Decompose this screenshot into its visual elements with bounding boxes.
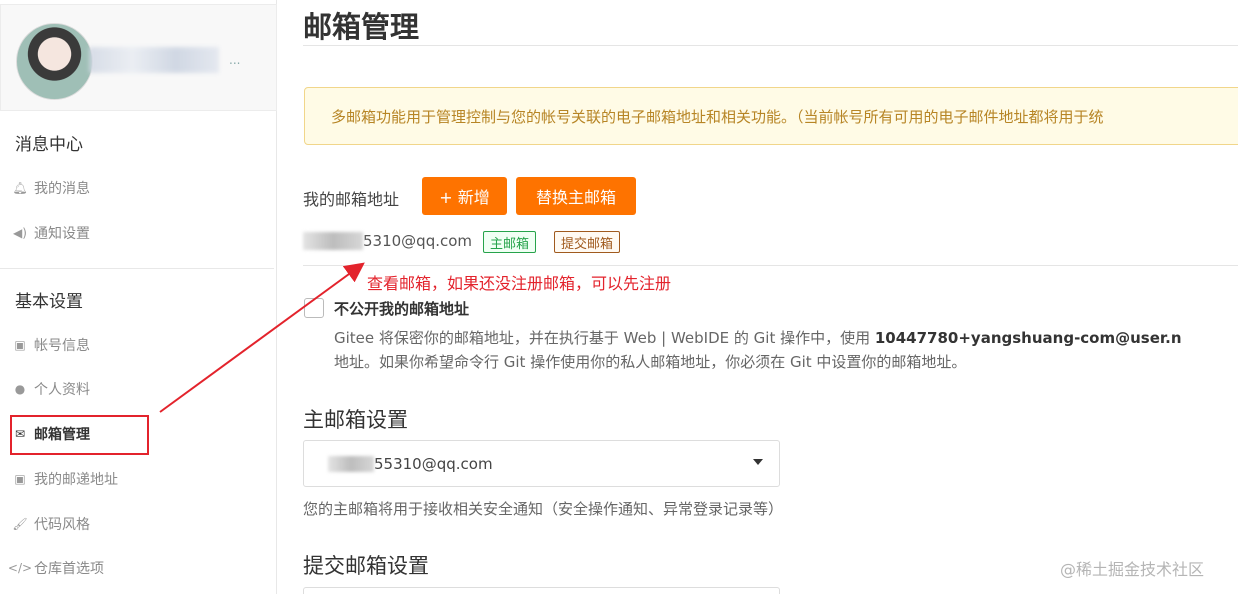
title-divider (303, 45, 1238, 46)
sidebar-item-mailing-address[interactable]: ▣ 我的邮递地址 (12, 467, 118, 491)
caret-down-icon (753, 459, 763, 465)
sidebar: ... 消息中心 🔔︎ 我的消息 ◀︎) 通知设置 基本设置 ▣ 帐号信息 ● … (0, 0, 277, 594)
avatar[interactable] (16, 23, 93, 100)
commit-email-settings-title: 提交邮箱设置 (303, 554, 429, 578)
annotation-text: 查看邮箱，如果还没注册邮箱，可以先注册 (367, 274, 672, 293)
section-title-messages: 消息中心 (15, 135, 83, 155)
primary-email-badge: 主邮箱 (483, 231, 537, 253)
info-notice: 多邮箱功能用于管理控制与您的帐号关联的电子邮箱地址和相关功能。（当前帐号所有可用… (304, 87, 1238, 145)
sidebar-item-label: 代码风格 (34, 517, 90, 533)
sidebar-item-label: 帐号信息 (34, 338, 90, 354)
email-divider (303, 265, 1238, 266)
primary-email-select-value: 55310@qq.com (374, 454, 493, 473)
blurred-username (89, 47, 219, 73)
sidebar-item-profile[interactable]: ● 个人资料 (12, 377, 90, 401)
sidebar-item-label: 我的消息 (34, 181, 90, 197)
private-email-description-line1: Gitee 将保密你的邮箱地址，并在执行基于 Web | WebIDE 的 Gi… (334, 327, 1182, 348)
watermark: @稀土掘金技术社区 (1060, 560, 1205, 579)
profile-card: ... (0, 4, 277, 111)
id-card-icon: ▣ (14, 472, 26, 486)
sidebar-item-account-info[interactable]: ▣ 帐号信息 (12, 333, 90, 357)
sidebar-divider (0, 268, 274, 269)
sidebar-item-my-messages[interactable]: 🔔︎ 我的消息 (12, 176, 90, 200)
email-redacted (303, 232, 363, 250)
commit-email-badge: 提交邮箱 (554, 231, 621, 253)
user-icon: ● (14, 382, 26, 396)
email-redacted (328, 455, 374, 472)
private-email-description-line2: 地址。如果你希望命令行 Git 操作使用你的私人邮箱地址，你必须在 Git 中设… (334, 353, 967, 371)
id-card-icon: ▣ (14, 338, 26, 352)
desc-text: Gitee 将保密你的邮箱地址，并在执行基于 Web | WebIDE 的 Gi… (334, 329, 875, 347)
email-address: 5310@qq.com (303, 231, 472, 251)
private-email-label: 不公开我的邮箱地址 (334, 300, 470, 318)
sidebar-item-notification-settings[interactable]: ◀︎) 通知设置 (12, 221, 90, 245)
brush-icon: 🖌︎ (12, 517, 28, 531)
sidebar-item-repo-preferences[interactable]: </> 仓库首选项 (7, 556, 104, 580)
code-icon: </> (7, 561, 33, 575)
email-address-text: 5310@qq.com (363, 232, 473, 250)
commit-email-select[interactable] (303, 587, 780, 594)
primary-email-help: 您的主邮箱将用于接收相关安全通知（安全操作通知、异常登录记录等） (303, 500, 784, 518)
speaker-icon: ◀︎) (13, 226, 27, 240)
private-email-checkbox[interactable] (304, 298, 324, 318)
replace-primary-email-button[interactable]: 替换主邮箱 (516, 177, 636, 215)
sidebar-item-label: 通知设置 (34, 226, 90, 242)
sidebar-item-label: 仓库首选项 (34, 561, 104, 577)
primary-email-select[interactable]: 55310@qq.com (303, 440, 780, 487)
bell-icon: 🔔︎ (12, 181, 28, 195)
add-email-button[interactable]: + 新增 (422, 177, 507, 215)
sidebar-item-code-style[interactable]: 🖌︎ 代码风格 (12, 512, 90, 536)
annotation-highlight-box (10, 415, 149, 455)
page-title: 邮箱管理 (303, 10, 420, 44)
sidebar-item-label: 我的邮递地址 (34, 472, 118, 488)
sidebar-item-label: 个人资料 (34, 382, 90, 398)
noreply-email: 10447780+yangshuang-com@user.n (874, 329, 1182, 347)
my-email-label: 我的邮箱地址 (303, 190, 400, 209)
username-ellipsis: ... (229, 53, 241, 67)
primary-email-settings-title: 主邮箱设置 (303, 408, 408, 432)
section-title-basic-settings: 基本设置 (15, 292, 83, 312)
